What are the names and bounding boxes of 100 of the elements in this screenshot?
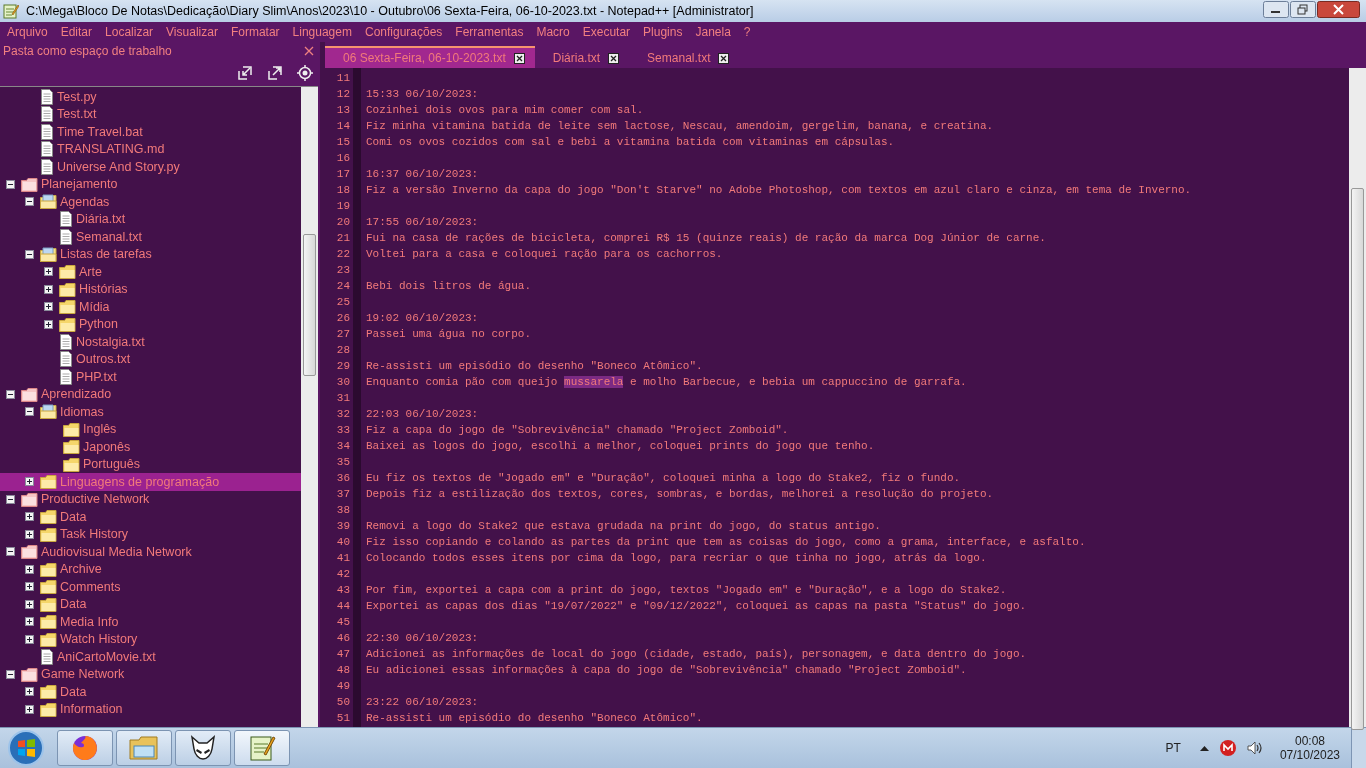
menu-item[interactable]: Ferramentas: [455, 25, 524, 39]
collapse-all-icon[interactable]: [237, 65, 253, 81]
menu-item[interactable]: Macro: [536, 25, 570, 39]
expand-icon[interactable]: [25, 687, 34, 697]
tree-item[interactable]: Comments: [0, 578, 301, 596]
line-number: 28: [335, 344, 350, 356]
close-icon[interactable]: [513, 52, 525, 64]
expand-icon[interactable]: [25, 477, 34, 487]
minimize-button[interactable]: [1263, 1, 1289, 18]
menu-item[interactable]: Executar: [582, 25, 631, 39]
line-number: 21: [335, 232, 350, 244]
menu-item[interactable]: Arquivo: [7, 25, 48, 39]
expand-icon[interactable]: [44, 284, 53, 294]
tree-item[interactable]: Universe And Story.py: [0, 158, 301, 176]
collapse-icon[interactable]: [25, 407, 34, 417]
tree-item[interactable]: Test.txt: [0, 105, 301, 123]
tree-item[interactable]: Outros.txt: [0, 350, 301, 368]
tree-item[interactable]: Arte: [0, 263, 301, 281]
expand-icon[interactable]: [25, 564, 34, 574]
menu-item[interactable]: Linguagem: [292, 25, 352, 39]
text-line: Fui na casa de rações de bicicleta, comprei R$ 15 (quinze reais) de ração da marca Dog Júnior de carne.: [366, 232, 1046, 244]
tree-item[interactable]: Data: [0, 683, 301, 701]
tree-item[interactable]: Diária.txt: [0, 210, 301, 228]
restore-button[interactable]: [1290, 1, 1316, 18]
collapse-icon[interactable]: [6, 547, 15, 557]
tree-item[interactable]: Agendas: [0, 193, 301, 211]
clock-date[interactable]: 07/10/2023: [1279, 748, 1340, 762]
menu-item[interactable]: Editar: [60, 25, 93, 39]
tree-item[interactable]: Test.py: [0, 88, 301, 106]
tree-item[interactable]: Data: [0, 508, 301, 526]
tree-item[interactable]: AniCartoMovie.txt: [0, 648, 301, 666]
app-tray-icon[interactable]: [1219, 740, 1236, 756]
clock-time[interactable]: 00:08: [1294, 734, 1325, 748]
line-number: 49: [335, 680, 350, 692]
tree-item[interactable]: Productive Network: [0, 490, 301, 508]
tree-item[interactable]: Python: [0, 315, 301, 333]
tree-item[interactable]: Archive: [0, 560, 301, 578]
expand-icon[interactable]: [25, 529, 34, 539]
expand-icon[interactable]: [25, 582, 34, 592]
tree-item[interactable]: Mídia: [0, 298, 301, 316]
close-icon[interactable]: [608, 52, 620, 64]
tree-item[interactable]: Information: [0, 700, 301, 718]
tree-item[interactable]: Japonês: [0, 438, 301, 456]
text-line: Por fim, exportei a capa com a print do jogo, textos "Jogado em" e "Duração", e a logo do Stake2.: [366, 584, 1007, 596]
line-number: 46: [335, 632, 350, 644]
tree-item[interactable]: Aprendizado: [0, 385, 301, 403]
file-tab[interactable]: Diária.txt: [534, 46, 630, 68]
collapse-icon[interactable]: [25, 197, 34, 207]
collapse-icon[interactable]: [6, 669, 15, 679]
scrollbar[interactable]: [301, 87, 318, 727]
scrollbar[interactable]: [1349, 68, 1366, 727]
tree-item[interactable]: Listas de tarefas: [0, 245, 301, 263]
locate-icon[interactable]: [297, 65, 313, 81]
menu-item[interactable]: Plugins: [643, 25, 683, 39]
tree-item[interactable]: Game Network: [0, 665, 301, 683]
document-icon: [40, 123, 54, 140]
collapse-icon[interactable]: [6, 389, 15, 399]
tree-item[interactable]: TRANSLATING.md: [0, 140, 301, 158]
menu-item[interactable]: Janela: [695, 25, 731, 39]
tree-item[interactable]: Media Info: [0, 613, 301, 631]
expand-icon[interactable]: [25, 599, 34, 609]
menu-item[interactable]: Localizar: [105, 25, 154, 39]
expand-icon[interactable]: [25, 617, 34, 627]
speaker-icon[interactable]: [1246, 740, 1263, 756]
text-line: 23:22 06/10/2023:: [366, 696, 479, 708]
expand-all-icon[interactable]: [267, 65, 283, 81]
tree-item[interactable]: Watch History: [0, 630, 301, 648]
tree-item[interactable]: Task History: [0, 525, 301, 543]
expand-icon[interactable]: [44, 267, 53, 277]
tree-item[interactable]: Semanal.txt: [0, 228, 301, 246]
tree-item[interactable]: Nostalgia.txt: [0, 333, 301, 351]
tree-item[interactable]: Histórias: [0, 280, 301, 298]
expand-icon[interactable]: [25, 634, 34, 644]
expand-icon[interactable]: [25, 512, 34, 522]
tree-item[interactable]: Idiomas: [0, 403, 301, 421]
menu-item[interactable]: Configurações: [364, 25, 443, 39]
menu-item[interactable]: ?: [743, 25, 751, 39]
tree-item[interactable]: Português: [0, 455, 301, 473]
close-icon[interactable]: [718, 52, 730, 64]
expand-icon[interactable]: [44, 319, 53, 329]
tree-item[interactable]: Inglês: [0, 420, 301, 438]
menu-item[interactable]: Visualizar: [166, 25, 218, 39]
expand-icon[interactable]: [44, 302, 53, 312]
taskbar-button[interactable]: [175, 730, 231, 766]
tree-item[interactable]: Data: [0, 595, 301, 613]
menu-item[interactable]: Formatar: [230, 25, 280, 39]
collapse-icon[interactable]: [6, 179, 15, 189]
tree-item[interactable]: Time Travel.bat: [0, 123, 301, 141]
line-number: 22: [335, 248, 350, 260]
close-button[interactable]: [1317, 1, 1360, 18]
language-indicator[interactable]: PT: [1165, 741, 1181, 755]
collapse-icon[interactable]: [25, 249, 34, 259]
up-arrow-icon[interactable]: [1199, 745, 1209, 751]
tree-item[interactable]: PHP.txt: [0, 368, 301, 386]
expand-icon[interactable]: [25, 704, 34, 714]
collapse-icon[interactable]: [6, 494, 15, 504]
tree-item[interactable]: Planejamento: [0, 175, 301, 193]
tree-item[interactable]: Audiovisual Media Network: [0, 543, 301, 561]
start-button[interactable]: [6, 728, 46, 768]
file-tab[interactable]: Semanal.txt: [629, 46, 740, 68]
